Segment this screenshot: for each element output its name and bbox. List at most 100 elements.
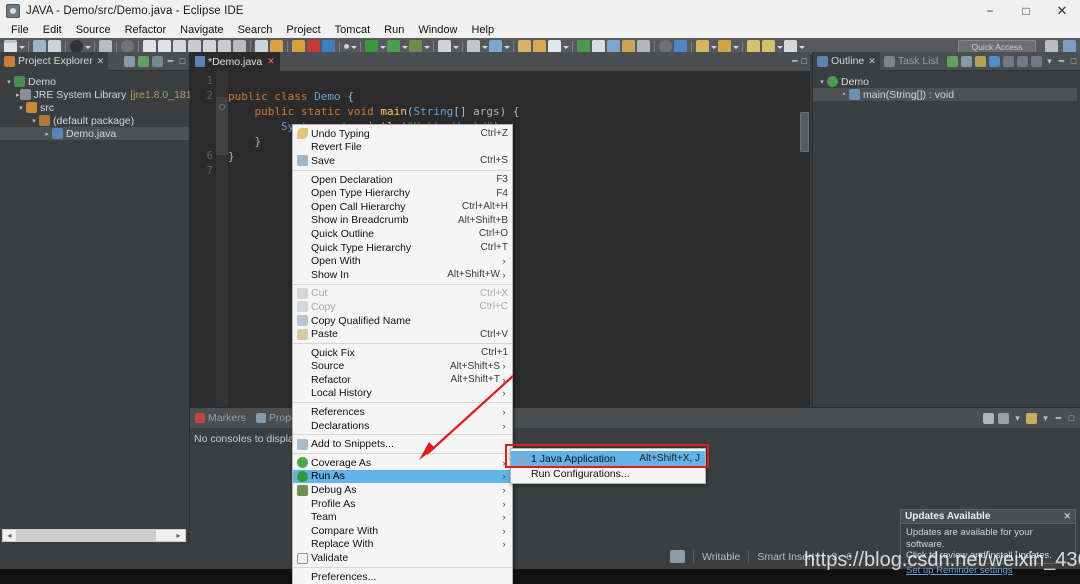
- submenu-item-java-application[interactable]: 1 Java Application Alt+Shift+X, J: [511, 451, 705, 466]
- menu-run[interactable]: Run: [377, 22, 411, 38]
- coverage-icon[interactable]: [387, 39, 400, 53]
- menu-item-debug-as[interactable]: Debug As ›: [293, 483, 512, 497]
- run-last-icon[interactable]: [365, 39, 378, 53]
- menu-item-run-as[interactable]: Run As ›: [293, 469, 512, 484]
- menu-item-open-type-hierarchy[interactable]: Open Type Hierarchy F4: [293, 186, 512, 200]
- tree-row-jre[interactable]: ▸ JRE System Library [jre1.8.0_181]: [0, 88, 195, 101]
- updates-available-popup[interactable]: Updates Available ✕ Updates are availabl…: [900, 509, 1076, 576]
- clear-console-icon[interactable]: [983, 412, 994, 424]
- focus-mode-icon[interactable]: [947, 55, 958, 67]
- menu-item-save[interactable]: Save Ctrl+S: [293, 154, 512, 168]
- tree-row-demo[interactable]: ▾ Demo: [0, 75, 189, 88]
- menu-item-copy-qualified-name[interactable]: Copy Qualified Name: [293, 314, 512, 328]
- menu-item-replace-with[interactable]: Replace With ›: [293, 538, 512, 552]
- new-wizard-icon[interactable]: [696, 39, 709, 53]
- edit-icon[interactable]: [548, 39, 561, 53]
- back-icon[interactable]: [747, 39, 760, 53]
- outline-row-main[interactable]: ▪ main(String[]) : void: [813, 88, 1077, 101]
- menu-item-compare-with[interactable]: Compare With ›: [293, 524, 512, 538]
- chevron-right-icon[interactable]: ▸: [42, 130, 52, 138]
- new-java-class-dropdown-icon[interactable]: [503, 40, 510, 53]
- collapse-all-icon[interactable]: [961, 55, 972, 67]
- run-as-submenu[interactable]: 1 Java Application Alt+Shift+X, J Run Co…: [510, 448, 706, 484]
- chevron-down-icon[interactable]: ▾: [817, 78, 827, 86]
- tomcat-start-icon[interactable]: [577, 39, 590, 53]
- forward-icon[interactable]: [784, 39, 797, 53]
- minimize-editor-icon[interactable]: ━: [792, 56, 797, 67]
- menu-item-quick-type-hierarchy[interactable]: Quick Type Hierarchy Ctrl+T: [293, 241, 512, 255]
- tab-task-list[interactable]: Task List: [880, 52, 943, 71]
- run-dropdown-icon[interactable]: [379, 40, 386, 53]
- sort-icon[interactable]: [975, 55, 986, 67]
- view-menu-icon[interactable]: ▾: [1045, 56, 1054, 67]
- tomcat-update-icon[interactable]: [622, 39, 635, 53]
- new-java-project-dropdown-icon[interactable]: [481, 40, 488, 53]
- perspective-icon[interactable]: [637, 39, 650, 53]
- outline-row-demo[interactable]: ▾ Demo: [813, 75, 1080, 88]
- link-with-editor-icon[interactable]: [138, 55, 149, 67]
- menu-item-profile-as[interactable]: Profile As ›: [293, 497, 512, 511]
- debug-dropdown-icon[interactable]: [423, 40, 430, 53]
- maximize-view-icon[interactable]: □: [1069, 56, 1078, 67]
- maximize-editor-icon[interactable]: □: [802, 56, 807, 67]
- ant-icon[interactable]: [270, 39, 283, 53]
- tab-demo-java[interactable]: *Demo.java ✕: [190, 52, 280, 71]
- tab-project-explorer[interactable]: Project Explorer ✕: [0, 51, 109, 71]
- new-wizard-dropdown-icon[interactable]: [710, 40, 717, 53]
- external-tools-icon[interactable]: [438, 39, 451, 53]
- minimize-view-icon[interactable]: ━: [166, 56, 175, 67]
- editor-context-menu[interactable]: Undo Typing Ctrl+Z Revert File Save Ctrl…: [292, 124, 513, 584]
- menu-item-open-declaration[interactable]: Open Declaration F3: [293, 173, 512, 187]
- step-over-icon[interactable]: [203, 39, 216, 53]
- web-browser-icon[interactable]: [674, 39, 687, 53]
- external-tools-dropdown-icon[interactable]: [452, 40, 459, 53]
- menu-item-show-in[interactable]: Show In Alt+Shift+W ›: [293, 268, 512, 282]
- breakpoint-icon[interactable]: [219, 104, 225, 110]
- previous-icon[interactable]: [762, 39, 775, 53]
- minimize-view-icon[interactable]: ━: [1054, 413, 1063, 424]
- hide-nonpublic-icon[interactable]: [1017, 55, 1028, 67]
- new-class-icon[interactable]: [292, 39, 305, 53]
- chevron-down-icon[interactable]: ▾: [16, 104, 26, 112]
- menu-item-open-call-hierarchy[interactable]: Open Call Hierarchy Ctrl+Alt+H: [293, 200, 512, 214]
- menu-search[interactable]: Search: [231, 22, 280, 38]
- menu-item-revert-file[interactable]: Revert File: [293, 141, 512, 155]
- chevron-down-icon[interactable]: ▾: [29, 117, 39, 125]
- menu-item-quick-outline[interactable]: Quick Outline Ctrl+O: [293, 227, 512, 241]
- menu-help[interactable]: Help: [464, 22, 501, 38]
- scroll-thumb[interactable]: [800, 112, 809, 152]
- new-java-class-icon[interactable]: [489, 39, 502, 53]
- tomcat-restart-icon[interactable]: [607, 39, 620, 53]
- minimize-button[interactable]: −: [972, 0, 1008, 22]
- menu-item-team[interactable]: Team ›: [293, 510, 512, 524]
- menu-item-paste[interactable]: Paste Ctrl+V: [293, 327, 512, 341]
- maximize-view-icon[interactable]: □: [1067, 413, 1076, 424]
- scroll-left-icon[interactable]: ◂: [3, 531, 16, 540]
- menu-project[interactable]: Project: [279, 22, 327, 38]
- tomcat-stop-icon[interactable]: [592, 39, 605, 53]
- menu-tomcat[interactable]: Tomcat: [328, 22, 377, 38]
- menu-item-preferences[interactable]: Preferences...: [293, 570, 512, 584]
- tab-markers[interactable]: Markers: [190, 408, 251, 428]
- minimize-view-icon[interactable]: ━: [1057, 56, 1066, 67]
- chevron-down-icon[interactable]: ▾: [4, 78, 14, 86]
- menu-item-show-in-breadcrumb[interactable]: Show in Breadcrumb Alt+Shift+B: [293, 214, 512, 228]
- console-dropdown-icon[interactable]: ▾: [1013, 413, 1022, 424]
- close-icon[interactable]: ✕: [267, 56, 275, 67]
- next-annotation-dropdown-icon[interactable]: [350, 40, 357, 53]
- menu-window[interactable]: Window: [411, 22, 464, 38]
- collapse-all-icon[interactable]: [124, 55, 135, 67]
- hide-fields-icon[interactable]: [989, 55, 1000, 67]
- new-java-project-icon[interactable]: [467, 39, 480, 53]
- project-explorer-hscrollbar[interactable]: ◂ ▸: [2, 529, 186, 542]
- close-icon[interactable]: ✕: [97, 56, 105, 67]
- hide-static-icon[interactable]: [1003, 55, 1014, 67]
- menu-edit[interactable]: Edit: [36, 22, 69, 38]
- display-selected-console-icon[interactable]: [998, 412, 1009, 424]
- step-return-icon[interactable]: [218, 39, 231, 53]
- step-into-icon[interactable]: [188, 39, 201, 53]
- forward-dropdown-icon[interactable]: [798, 40, 805, 53]
- editor-vscrollbar[interactable]: [799, 90, 810, 426]
- tree-row-default-package[interactable]: ▾ (default package): [0, 114, 189, 127]
- open-task-icon[interactable]: [533, 39, 546, 53]
